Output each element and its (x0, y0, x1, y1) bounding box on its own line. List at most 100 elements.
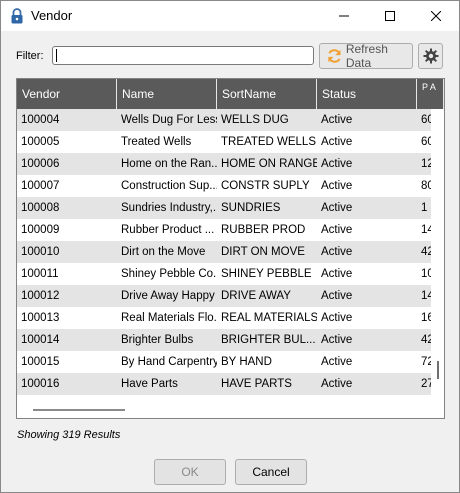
name-cell: Home on the Ran... (121, 158, 217, 170)
vendor-grid[interactable]: Vendor Name SortName Status P A 100004 We… (16, 78, 445, 419)
name-cell: Have Parts (121, 378, 178, 390)
table-row[interactable]: 100005 Treated Wells TREATED WELLS Active 60 (17, 131, 431, 153)
status-cell: Active (321, 224, 353, 236)
grid-rows: 100004 Wells Dug For Less WELLS DUG Active 6… (17, 109, 431, 395)
name-cell: Dirt on the Move (121, 246, 206, 258)
vendor-cell: 100014 (21, 334, 60, 346)
vertical-scrollbar[interactable] (431, 109, 444, 401)
status-cell: Active (321, 334, 353, 346)
sortname-cell: BRIGHTER BUL... (221, 334, 316, 346)
vendor-cell: 100010 (21, 246, 60, 258)
title-bar[interactable]: Vendor (1, 1, 459, 31)
vendor-cell: 100005 (21, 136, 60, 148)
horizontal-scrollbar[interactable] (17, 401, 431, 418)
name-cell: Real Materials Flo... (121, 312, 217, 324)
table-row[interactable]: 100007 Construction Sup... CONSTR SUPLY Act… (17, 175, 431, 197)
vertical-scroll-thumb[interactable] (437, 361, 439, 379)
filter-label: Filter: (16, 50, 44, 62)
horizontal-scroll-thumb[interactable] (33, 409, 125, 411)
refresh-data-button[interactable]: Refresh Data (319, 42, 413, 70)
table-row[interactable]: 100004 Wells Dug For Less WELLS DUG Active 6… (17, 109, 431, 131)
minimize-button[interactable] (321, 1, 367, 31)
extra-cell: 80 (421, 180, 431, 192)
window-title: Vendor (31, 8, 73, 23)
vendor-cell: 100004 (21, 114, 60, 126)
sortname-cell: BY HAND (221, 356, 272, 368)
extra-cell: 60 (421, 114, 431, 126)
vendor-cell: 100011 (21, 268, 59, 280)
text-caret (56, 49, 57, 62)
extra-cell: 12 (421, 158, 431, 170)
vendor-cell: 100006 (21, 158, 60, 170)
status-cell: Active (321, 378, 353, 390)
ok-button[interactable]: OK (154, 459, 226, 485)
padlock-icon (11, 8, 23, 24)
table-row[interactable]: 100013 Real Materials Flo... REAL MATERIAL… (17, 307, 431, 329)
sortname-cell: DRIVE AWAY (221, 290, 291, 302)
vendor-cell: 100009 (21, 224, 60, 236)
name-cell: By Hand Carpentry (121, 356, 217, 368)
table-row[interactable]: 100010 Dirt on the Move DIRT ON MOVE Active… (17, 241, 431, 263)
settings-button[interactable] (418, 43, 443, 69)
extra-cell: 10 (421, 268, 431, 280)
table-row[interactable]: 100012 Drive Away Happy DRIVE AWAY Active 14 (17, 285, 431, 307)
extra-cell: 42 (421, 246, 431, 258)
close-button[interactable] (413, 1, 459, 31)
sortname-cell: TREATED WELLS (221, 136, 316, 148)
status-cell: Active (321, 356, 353, 368)
maximize-icon (385, 11, 395, 21)
filter-input[interactable] (52, 46, 314, 65)
name-cell: Construction Sup... (121, 180, 217, 192)
cancel-button[interactable]: Cancel (235, 459, 307, 485)
extra-cell: 72 (421, 356, 431, 368)
gear-icon (423, 48, 438, 64)
extra-cell: 60 (421, 136, 431, 148)
close-icon (431, 11, 441, 21)
name-cell: Sundries Industry,... (121, 202, 217, 214)
vendor-cell: 100015 (21, 356, 60, 368)
table-row[interactable]: 100006 Home on the Ran... HOME ON RANGE Act… (17, 153, 431, 175)
vendor-cell: 100013 (21, 312, 60, 324)
sortname-cell: HAVE PARTS (221, 378, 292, 390)
results-count: Showing 319 Results (17, 429, 121, 441)
table-row[interactable]: 100009 Rubber Product ... RUBBER PROD Activ… (17, 219, 431, 241)
column-header-sortname[interactable]: SortName (217, 79, 317, 109)
column-header-name[interactable]: Name (117, 79, 217, 109)
status-cell: Active (321, 246, 353, 258)
sortname-cell: RUBBER PROD (221, 224, 306, 236)
sortname-cell: CONSTR SUPLY (221, 180, 310, 192)
status-cell: Active (321, 312, 353, 324)
vendor-cell: 100008 (21, 202, 60, 214)
extra-cell: 1 ( (421, 202, 431, 214)
column-header-status[interactable]: Status (317, 79, 417, 109)
extra-cell: 16 (421, 312, 431, 324)
column-header-vendor[interactable]: Vendor (17, 79, 117, 109)
table-row[interactable]: 100011 Shiney Pebble Co... SHINEY PEBBLE Ac… (17, 263, 431, 285)
grid-header: Vendor Name SortName Status P A (17, 79, 444, 109)
sortname-cell: REAL MATERIALS (221, 312, 317, 324)
name-cell: Treated Wells (121, 136, 192, 148)
status-cell: Active (321, 114, 353, 126)
status-cell: Active (321, 158, 353, 170)
minimize-icon (339, 15, 349, 17)
name-cell: Drive Away Happy (121, 290, 215, 302)
extra-cell: 42 (421, 334, 431, 346)
name-cell: Wells Dug For Less (121, 114, 217, 126)
table-row[interactable]: 100015 By Hand Carpentry BY HAND Active 72 (17, 351, 431, 373)
sortname-cell: HOME ON RANGE (221, 158, 317, 170)
table-row[interactable]: 100016 Have Parts HAVE PARTS Active 27 (17, 373, 431, 395)
maximize-button[interactable] (367, 1, 413, 31)
table-row[interactable]: 100014 Brighter Bulbs BRIGHTER BUL... Activ… (17, 329, 431, 351)
table-row[interactable]: 100008 Sundries Industry,... SUNDRIES Activ… (17, 197, 431, 219)
status-cell: Active (321, 180, 353, 192)
vendor-cell: 100012 (21, 290, 60, 302)
refresh-data-label: Refresh Data (345, 42, 388, 70)
vendor-cell: 100007 (21, 180, 60, 192)
sortname-cell: SHINEY PEBBLE (221, 268, 312, 280)
column-header-extra[interactable]: P A (417, 79, 444, 109)
sortname-cell: WELLS DUG (221, 114, 289, 126)
sortname-cell: DIRT ON MOVE (221, 246, 305, 258)
extra-cell: 27 (421, 378, 431, 390)
status-cell: Active (321, 268, 353, 280)
status-cell: Active (321, 290, 353, 302)
